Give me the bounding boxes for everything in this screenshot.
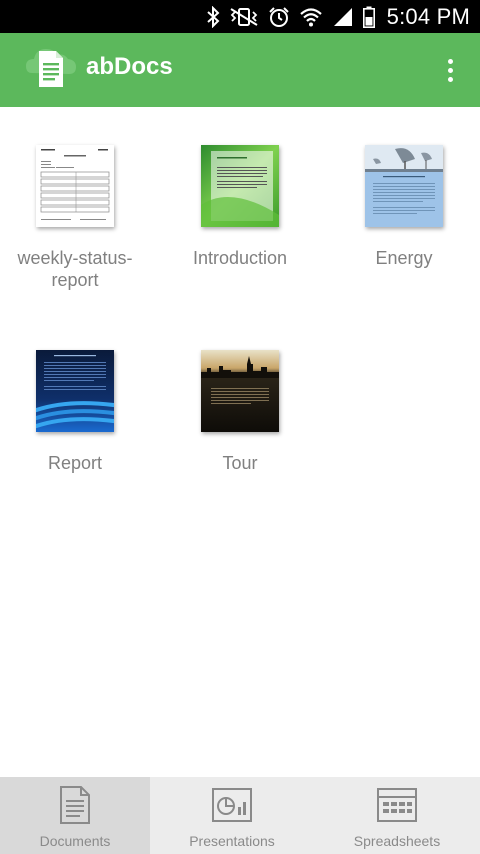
green-document-thumbnail — [201, 145, 279, 227]
battery-icon — [362, 6, 375, 28]
satellite-dish-document-thumbnail — [365, 145, 443, 227]
signal-icon — [333, 7, 352, 26]
tab-documents[interactable]: Documents — [0, 777, 150, 854]
overflow-menu-icon[interactable] — [438, 53, 462, 87]
bottom-tab-bar: Documents Presentations Spreadsheets — [0, 777, 480, 854]
wifi-icon — [299, 7, 322, 26]
tab-label: Spreadsheets — [353, 833, 441, 849]
blue-abstract-document-thumbnail — [36, 350, 114, 432]
tab-label: Documents — [39, 833, 111, 849]
document-grid: weekly-status-report Introduction Energy… — [0, 107, 480, 777]
app-bar: abDocs — [0, 33, 480, 107]
document-name: Energy — [375, 248, 433, 268]
presentation-icon — [212, 788, 252, 822]
spreadsheet-icon — [377, 788, 417, 822]
menu-dot — [447, 67, 453, 73]
document-name: Introduction — [192, 248, 288, 268]
tab-presentations[interactable]: Presentations — [150, 777, 314, 854]
menu-dot — [447, 58, 453, 64]
city-skyline-document-thumbnail — [201, 350, 279, 432]
status-icons — [206, 5, 375, 28]
app-title: abDocs — [86, 53, 173, 80]
document-name: weekly-status-report — [17, 248, 133, 290]
text-document-thumbnail — [36, 145, 114, 227]
tab-label: Presentations — [189, 833, 275, 849]
alarm-icon — [268, 6, 289, 27]
vibrate-icon — [230, 7, 258, 26]
status-bar: 5:04 PM — [0, 0, 480, 33]
tab-spreadsheets[interactable]: Spreadsheets — [314, 777, 480, 854]
document-icon — [60, 786, 90, 824]
document-name: Tour — [222, 453, 258, 473]
document-name: Report — [47, 453, 103, 473]
document-cloud-logo-icon — [26, 49, 76, 87]
bluetooth-icon — [206, 5, 220, 28]
status-time: 5:04 PM — [386, 3, 470, 29]
menu-dot — [447, 76, 453, 82]
